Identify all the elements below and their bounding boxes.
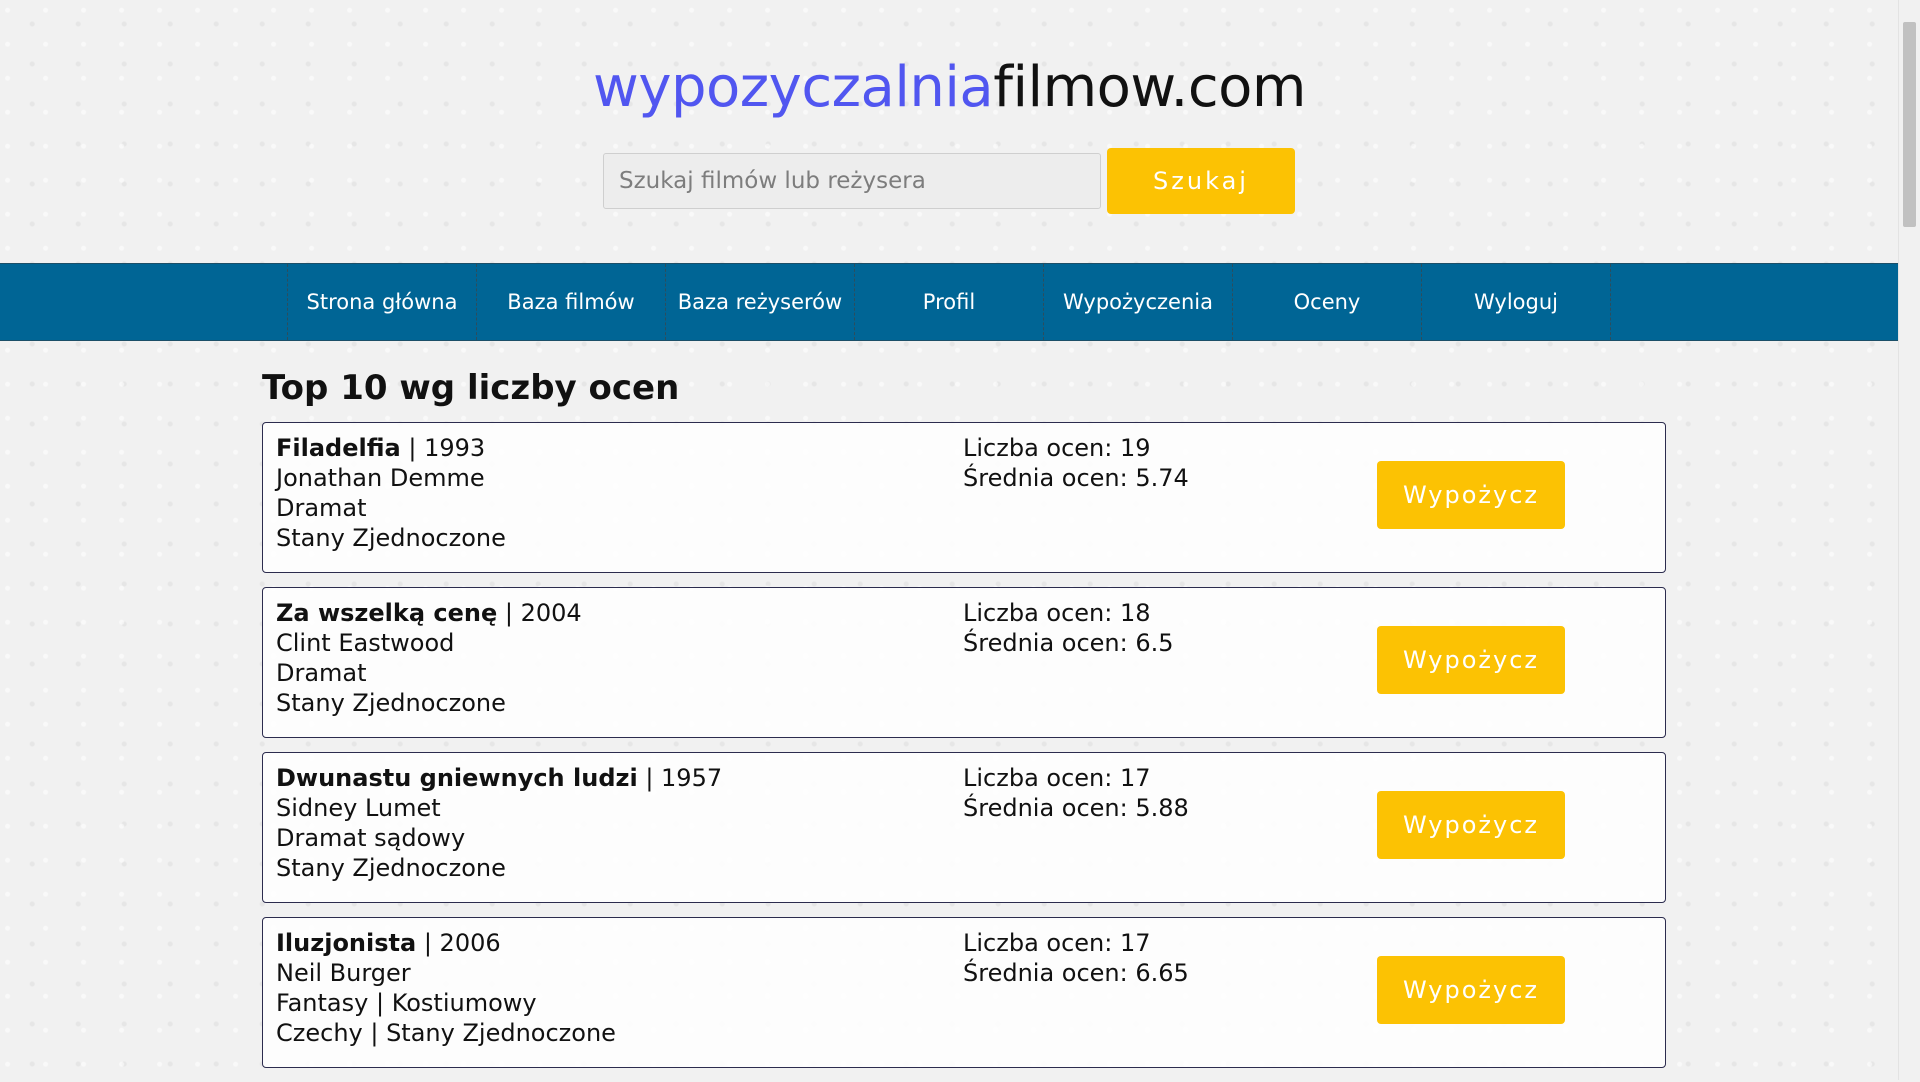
movie-director: Jonathan Demme bbox=[276, 464, 485, 492]
movie-heading: Iluzjonista | 2006 bbox=[276, 928, 616, 958]
vertical-scrollbar[interactable] bbox=[1898, 0, 1920, 1080]
movie-countries: Stany Zjednoczone bbox=[276, 854, 506, 882]
movie-card: Dwunastu gniewnych ludzi | 1957 Sidney L… bbox=[262, 752, 1666, 903]
movie-ratings: Liczba ocen: 17 Średnia ocen: 5.88 bbox=[963, 763, 1189, 823]
movie-director: Sidney Lumet bbox=[276, 794, 441, 822]
movie-countries: Czechy | Stany Zjednoczone bbox=[276, 1019, 616, 1047]
ratings-count: Liczba ocen: 17 bbox=[963, 929, 1151, 957]
movie-card: Iluzjonista | 2006 Neil Burger Fantasy |… bbox=[262, 917, 1666, 1068]
ratings-count: Liczba ocen: 17 bbox=[963, 764, 1151, 792]
movie-director: Neil Burger bbox=[276, 959, 411, 987]
ratings-average: Średnia ocen: 6.65 bbox=[963, 959, 1189, 987]
scrollbar-thumb[interactable] bbox=[1903, 22, 1916, 227]
nav-item-directors[interactable]: Baza reżyserów bbox=[666, 264, 855, 340]
movie-title[interactable]: Iluzjonista bbox=[276, 929, 416, 957]
movie-heading: Za wszelką cenę | 2004 bbox=[276, 598, 582, 628]
nav-items: Strona główna Baza filmów Baza reżyserów… bbox=[287, 264, 1611, 340]
ratings-count: Liczba ocen: 19 bbox=[963, 434, 1151, 462]
nav-item-home[interactable]: Strona główna bbox=[288, 264, 477, 340]
movie-list: Filadelfia | 1993 Jonathan Demme Dramat … bbox=[262, 422, 1666, 1082]
movie-title[interactable]: Filadelfia bbox=[276, 434, 401, 462]
movie-year: | 2006 bbox=[416, 929, 501, 957]
movie-info: Dwunastu gniewnych ludzi | 1957 Sidney L… bbox=[276, 763, 722, 883]
movie-ratings: Liczba ocen: 19 Średnia ocen: 5.74 bbox=[963, 433, 1189, 493]
movie-countries: Stany Zjednoczone bbox=[276, 524, 506, 552]
search-input[interactable] bbox=[603, 153, 1101, 209]
movie-year: | 2004 bbox=[497, 599, 582, 627]
movie-title[interactable]: Dwunastu gniewnych ludzi bbox=[276, 764, 638, 792]
search-button[interactable]: Szukaj bbox=[1107, 148, 1295, 214]
section-title: Top 10 wg liczby ocen bbox=[262, 368, 680, 408]
movie-info: Za wszelką cenę | 2004 Clint Eastwood Dr… bbox=[276, 598, 582, 718]
movie-genres: Fantasy | Kostiumowy bbox=[276, 989, 537, 1017]
movie-info: Filadelfia | 1993 Jonathan Demme Dramat … bbox=[276, 433, 506, 553]
ratings-average: Średnia ocen: 5.88 bbox=[963, 794, 1189, 822]
rent-button[interactable]: Wypożycz bbox=[1377, 791, 1565, 859]
movie-title[interactable]: Za wszelką cenę bbox=[276, 599, 497, 627]
movie-countries: Stany Zjednoczone bbox=[276, 689, 506, 717]
nav-item-rentals[interactable]: Wypożyczenia bbox=[1044, 264, 1233, 340]
logo-part-1: wypozyczalnia bbox=[593, 55, 994, 120]
nav-item-ratings[interactable]: Oceny bbox=[1233, 264, 1422, 340]
movie-director: Clint Eastwood bbox=[276, 629, 455, 657]
movie-ratings: Liczba ocen: 18 Średnia ocen: 6.5 bbox=[963, 598, 1174, 658]
search-form: Szukaj bbox=[603, 146, 1295, 216]
ratings-count: Liczba ocen: 18 bbox=[963, 599, 1151, 627]
nav-item-logout[interactable]: Wyloguj bbox=[1422, 264, 1611, 340]
movie-card: Za wszelką cenę | 2004 Clint Eastwood Dr… bbox=[262, 587, 1666, 738]
main-nav: Strona główna Baza filmów Baza reżyserów… bbox=[0, 263, 1899, 341]
movie-heading: Dwunastu gniewnych ludzi | 1957 bbox=[276, 763, 722, 793]
page: wypozyczalniafilmow.com Szukaj Strona gł… bbox=[0, 0, 1899, 1080]
site-logo[interactable]: wypozyczalniafilmow.com bbox=[0, 52, 1899, 124]
rent-button[interactable]: Wypożycz bbox=[1377, 956, 1565, 1024]
ratings-average: Średnia ocen: 5.74 bbox=[963, 464, 1189, 492]
movie-heading: Filadelfia | 1993 bbox=[276, 433, 506, 463]
logo-part-2: filmow.com bbox=[993, 55, 1306, 120]
movie-info: Iluzjonista | 2006 Neil Burger Fantasy |… bbox=[276, 928, 616, 1048]
movie-year: | 1993 bbox=[400, 434, 486, 462]
movie-ratings: Liczba ocen: 17 Średnia ocen: 6.65 bbox=[963, 928, 1189, 988]
rent-button[interactable]: Wypożycz bbox=[1377, 461, 1565, 529]
rent-button[interactable]: Wypożycz bbox=[1377, 626, 1565, 694]
ratings-average: Średnia ocen: 6.5 bbox=[963, 629, 1174, 657]
movie-genres: Dramat sądowy bbox=[276, 824, 466, 852]
movie-year: | 1957 bbox=[637, 764, 723, 792]
movie-genres: Dramat bbox=[276, 659, 367, 687]
nav-item-profile[interactable]: Profil bbox=[855, 264, 1044, 340]
movie-genres: Dramat bbox=[276, 494, 367, 522]
movie-card: Filadelfia | 1993 Jonathan Demme Dramat … bbox=[262, 422, 1666, 573]
nav-item-movies[interactable]: Baza filmów bbox=[477, 264, 666, 340]
